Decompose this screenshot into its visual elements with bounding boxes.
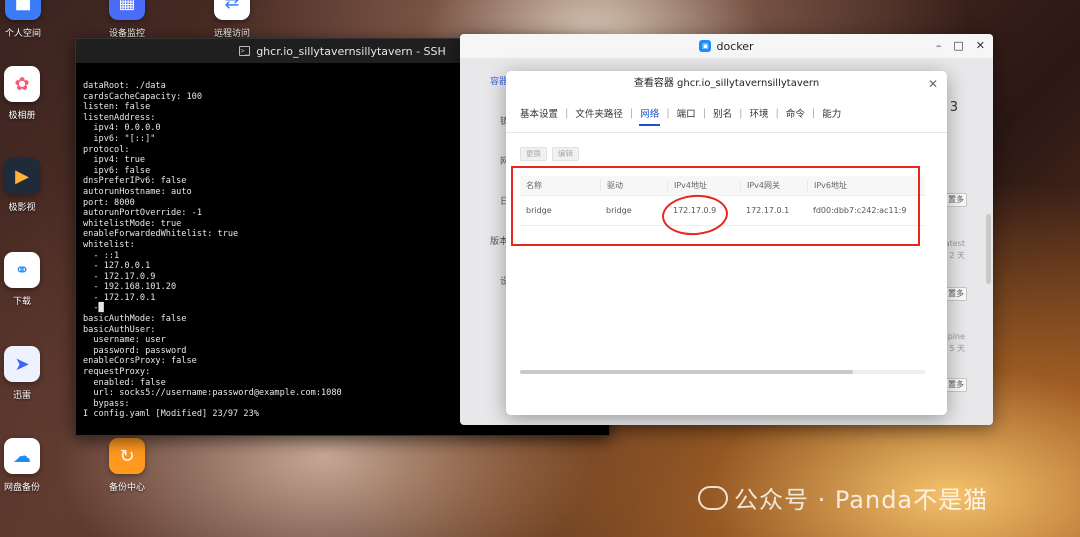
bg-count: 3	[949, 100, 958, 115]
docker-title: docker	[716, 39, 754, 53]
desktop-icon-label: 网盘备份	[3, 483, 40, 493]
bg-more-button[interactable]: 置多	[945, 378, 967, 392]
maximize-icon[interactable]: □	[953, 39, 963, 52]
scrollbar-thumb[interactable]	[520, 370, 853, 374]
bird-icon: ➤	[4, 346, 40, 382]
desktop-icon-remote-access[interactable]: ⇄ 远程访问	[197, 0, 267, 39]
horizontal-scrollbar[interactable]	[520, 370, 925, 374]
remote-icon: ⇄	[214, 0, 250, 20]
folder-icon: ■	[5, 0, 41, 20]
docker-logo-icon: ▣	[699, 40, 712, 52]
tab-divider	[506, 132, 947, 133]
bg-more-button[interactable]: 置多	[945, 193, 967, 207]
tab-basic-settings[interactable]: 基本设置	[519, 106, 559, 120]
tab-environment[interactable]: 环境	[748, 106, 769, 120]
vertical-scrollbar[interactable]	[986, 214, 991, 284]
tab-network[interactable]: 网络	[639, 106, 661, 126]
tab-separator: |	[775, 107, 779, 119]
dialog-tabs: 基本设置 | 文件夹路径 | 网络 | 端口 | 别名 | 环境 | 命令 | …	[519, 106, 842, 126]
desktop-icon-video[interactable]: ▶ 极影视	[0, 158, 57, 213]
sync-icon: ↻	[109, 438, 145, 474]
tab-folder-paths[interactable]: 文件夹路径	[574, 106, 624, 120]
tab-separator: |	[739, 107, 743, 119]
desktop-icon-cloud-backup[interactable]: ☁ 网盘备份	[0, 438, 57, 493]
desktop-icon-device-monitor[interactable]: ▦ 设备监控	[92, 0, 162, 39]
desktop-icon-label: 备份中心	[108, 483, 145, 493]
minimize-icon[interactable]: –	[936, 39, 942, 52]
watermark: 公众号 · Panda不是猫	[698, 480, 988, 515]
tab-separator: |	[565, 107, 569, 119]
tab-separator: |	[666, 107, 670, 119]
tab-aliases[interactable]: 别名	[712, 106, 733, 120]
edit-button[interactable]: 编辑	[552, 147, 579, 161]
desktop-icon-download[interactable]: ⚭ 下载	[0, 252, 57, 307]
grid-icon: ▦	[109, 0, 145, 20]
docker-titlebar[interactable]: ▣ docker – □ ✕	[460, 34, 993, 58]
ssh-title: ghcr.io_sillytavernsillytavern - SSH	[256, 44, 446, 58]
film-icon: ▶	[4, 158, 40, 194]
wechat-icon	[698, 485, 728, 510]
bg-more-button[interactable]: 置多	[945, 287, 967, 301]
desktop-icon-photos[interactable]: ✿ 极相册	[0, 66, 57, 121]
tab-command[interactable]: 命令	[785, 106, 806, 120]
desktop-icon-label: 个人空间	[4, 29, 41, 39]
tab-ports[interactable]: 端口	[676, 106, 697, 120]
desktop-icon-label: 极相册	[8, 111, 36, 121]
desktop-icon-xunlei[interactable]: ➤ 迅雷	[0, 346, 57, 401]
close-icon[interactable]: ✕	[976, 39, 985, 52]
globe-download-icon: ⚭	[4, 252, 40, 288]
tab-separator: |	[702, 107, 707, 119]
desktop-icon-label: 下载	[12, 297, 31, 307]
watermark-text: 公众号 · Panda不是猫	[734, 486, 989, 514]
change-button[interactable]: 更换	[520, 147, 547, 161]
flower-icon: ✿	[4, 66, 40, 102]
terminal-icon: >_	[239, 46, 251, 56]
desktop-icon-personal-space[interactable]: ■ 个人空间	[0, 0, 58, 39]
close-icon[interactable]: ✕	[928, 77, 938, 91]
desktop-icon-label: 迅雷	[12, 391, 31, 401]
dialog-title: 查看容器 ghcr.io_sillytavernsillytavern	[633, 78, 820, 89]
tab-separator: |	[629, 107, 634, 119]
desktop-icon-label: 极影视	[8, 203, 36, 213]
desktop-icon-backup-center[interactable]: ↻ 备份中心	[92, 438, 162, 493]
tab-separator: |	[811, 107, 816, 119]
cloud-upload-icon: ☁	[4, 438, 40, 474]
tab-capabilities[interactable]: 能力	[821, 106, 842, 120]
